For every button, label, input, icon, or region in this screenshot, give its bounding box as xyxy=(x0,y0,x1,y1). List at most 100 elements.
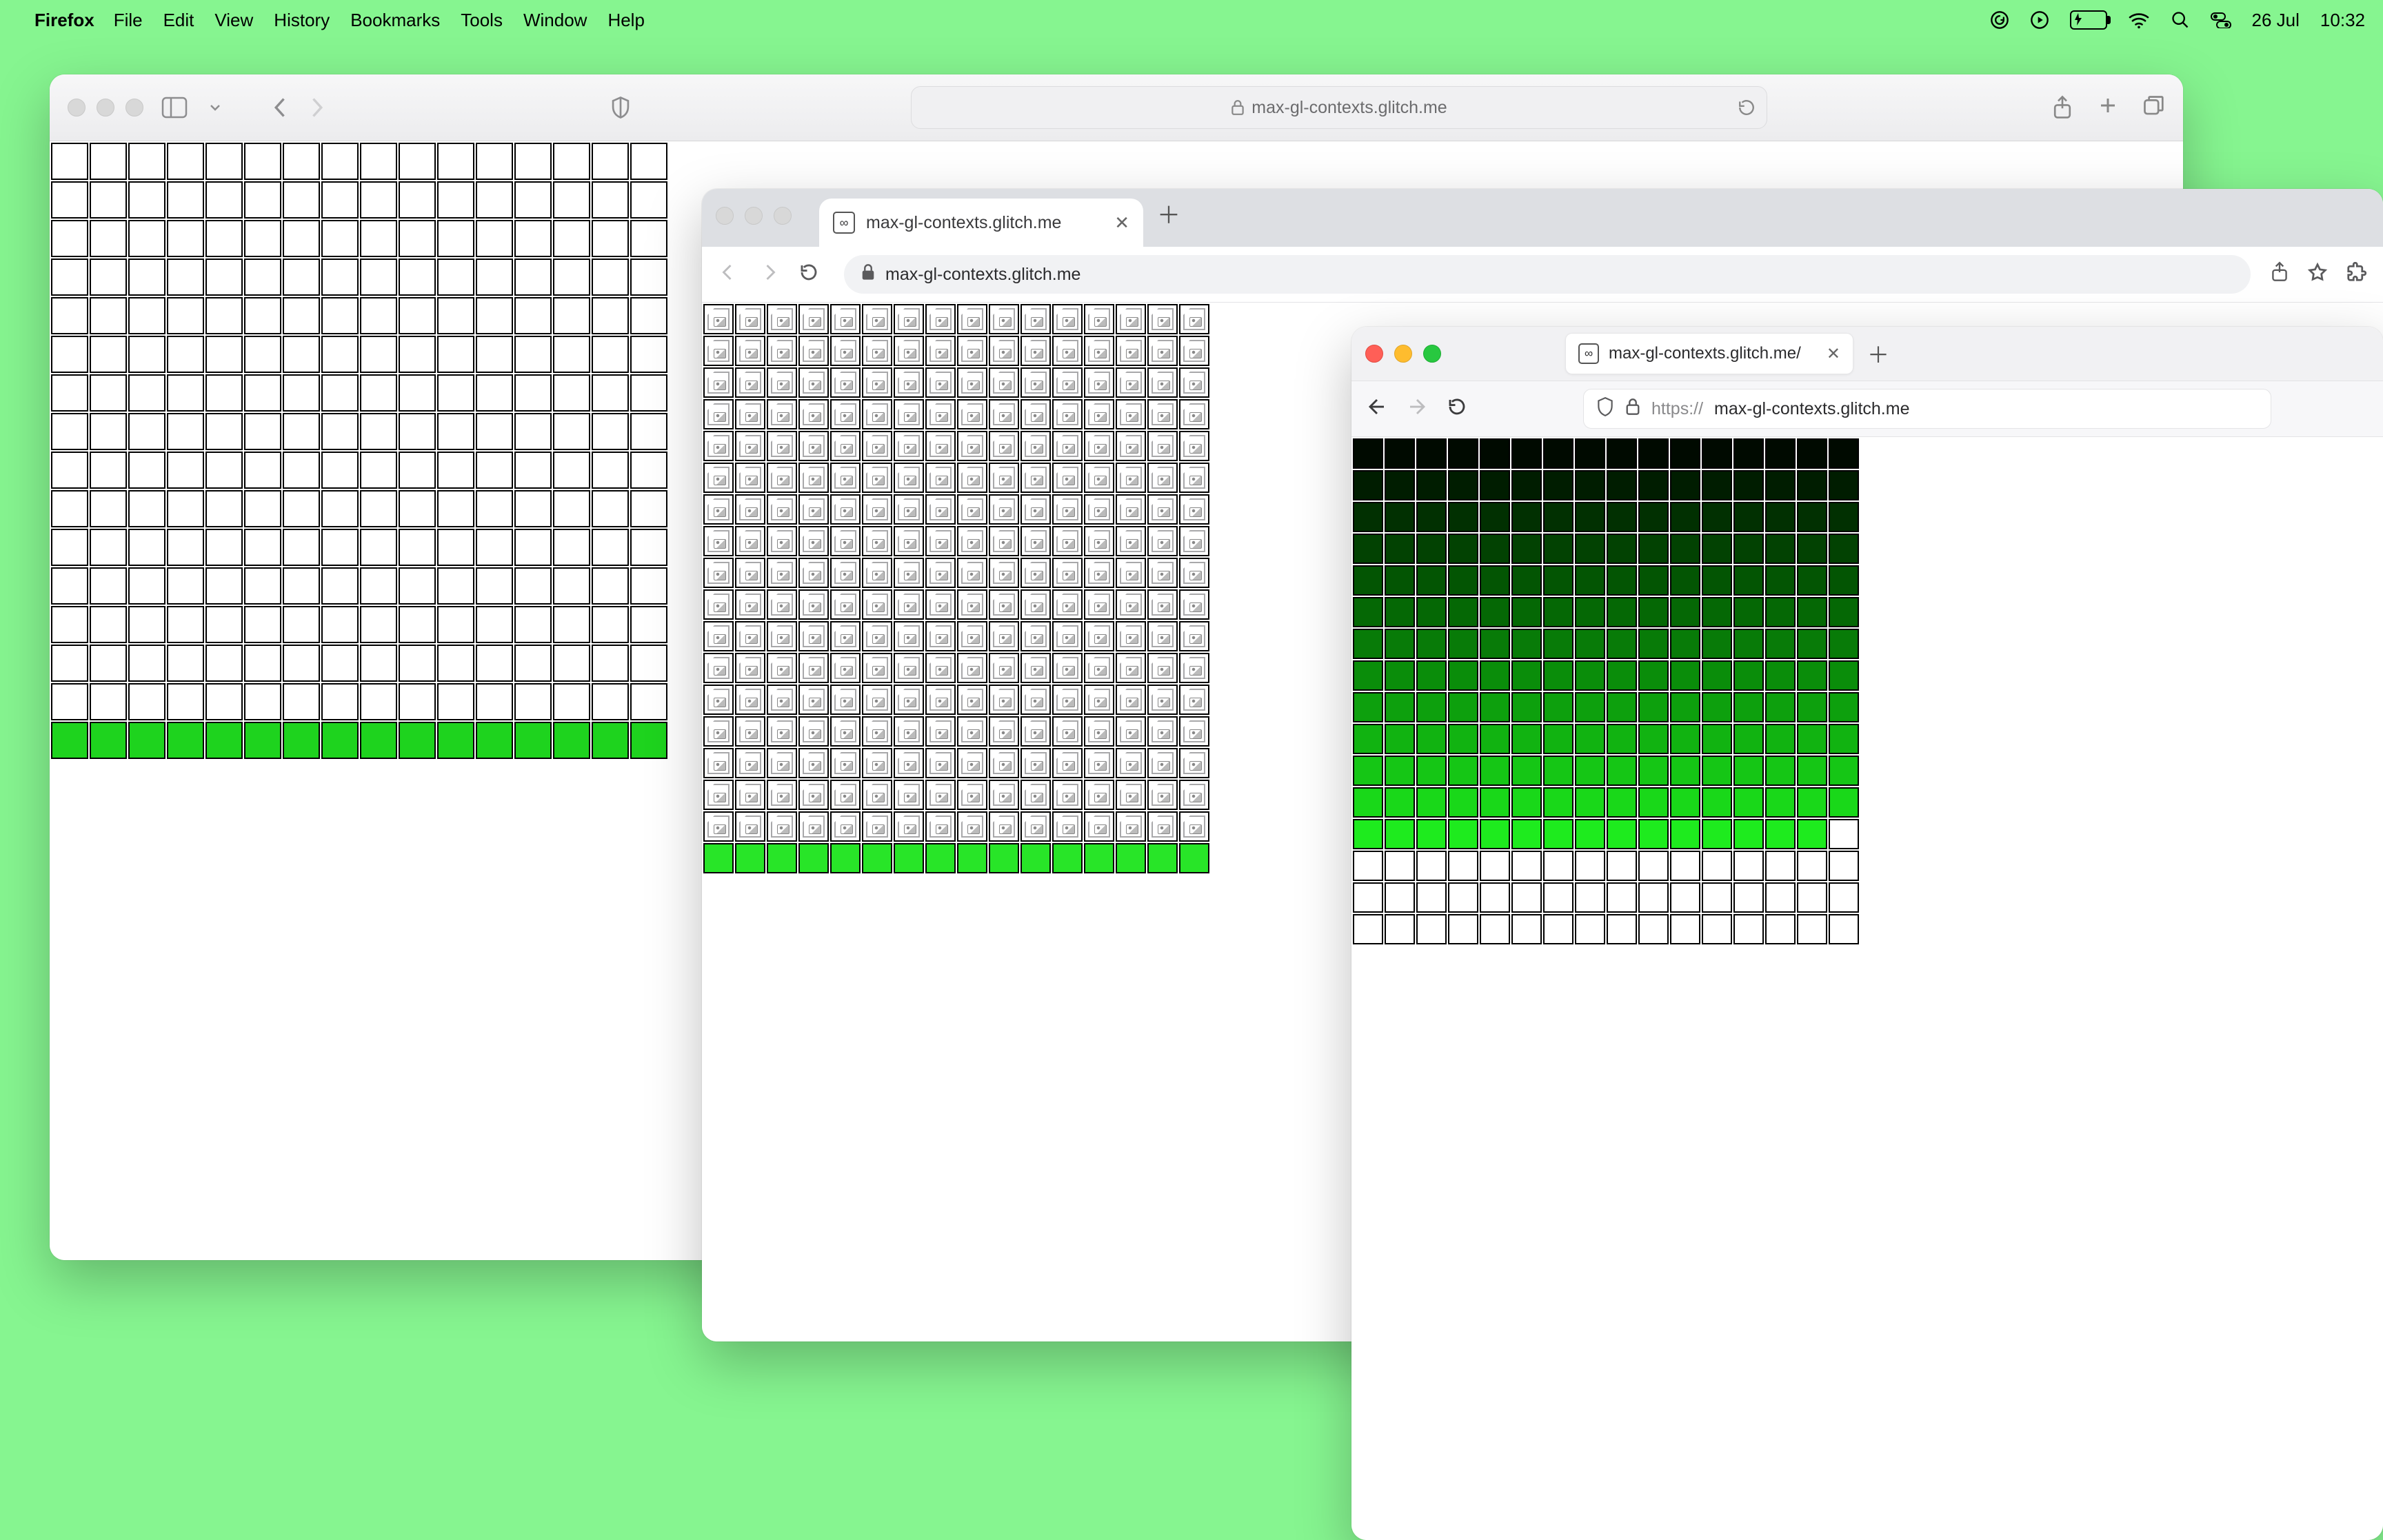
tracking-shield-icon[interactable] xyxy=(1596,396,1614,422)
share-icon[interactable] xyxy=(2052,95,2073,120)
traffic-lights[interactable] xyxy=(716,207,792,225)
grammarly-menu-icon[interactable] xyxy=(1969,10,2009,30)
webgl-cell xyxy=(894,367,924,398)
chrome-address-bar[interactable]: max-gl-contexts.glitch.me xyxy=(844,255,2251,294)
webgl-grid-safari xyxy=(50,141,669,760)
webgl-cell xyxy=(989,558,1019,588)
broken-image-icon xyxy=(771,530,793,552)
webgl-cell xyxy=(1052,494,1083,525)
webgl-cell xyxy=(1543,470,1573,500)
new-tab-button-icon[interactable]: ＋ xyxy=(1157,204,1180,227)
webgl-cell xyxy=(399,143,436,180)
menubar-item[interactable]: View xyxy=(214,10,274,31)
minimize-window-icon[interactable] xyxy=(745,207,763,225)
close-window-icon[interactable] xyxy=(1365,345,1383,363)
broken-image-icon xyxy=(803,752,825,774)
traffic-lights[interactable] xyxy=(1365,345,1441,363)
webgl-cell xyxy=(1116,748,1146,778)
zoom-window-icon[interactable] xyxy=(125,99,143,116)
webgl-cell xyxy=(1480,534,1510,564)
chrome-tab-title: max-gl-contexts.glitch.me xyxy=(866,213,1061,233)
webgl-cell xyxy=(703,589,734,620)
chrome-tab[interactable]: ∞ max-gl-contexts.glitch.me ✕ xyxy=(819,199,1143,247)
broken-image-icon xyxy=(803,308,825,330)
broken-image-icon xyxy=(803,467,825,489)
webgl-cell xyxy=(1116,621,1146,651)
forward-button-icon[interactable] xyxy=(1407,396,1427,422)
safari-address-bar[interactable]: max-gl-contexts.glitch.me xyxy=(911,86,1767,129)
minimize-window-icon[interactable] xyxy=(97,99,114,116)
spotlight-icon[interactable] xyxy=(2150,10,2190,30)
sidebar-toggle-icon[interactable] xyxy=(161,96,190,119)
webgl-cell xyxy=(51,143,88,180)
firefox-address-bar[interactable]: https://max-gl-contexts.glitch.me xyxy=(1583,389,2271,429)
webgl-cell xyxy=(1543,756,1573,786)
webgl-cell xyxy=(553,336,590,373)
broken-image-icon xyxy=(1088,625,1110,647)
privacy-shield-icon[interactable] xyxy=(610,96,631,119)
control-center-icon[interactable] xyxy=(2190,12,2231,28)
new-tab-button-icon[interactable]: ＋ xyxy=(1867,338,1889,369)
menubar-item[interactable]: Edit xyxy=(163,10,215,31)
broken-image-icon xyxy=(834,720,856,742)
webgl-cell xyxy=(1543,597,1573,627)
tab-overview-icon[interactable] xyxy=(2143,95,2165,120)
broken-image-icon xyxy=(1088,752,1110,774)
zoom-window-icon[interactable] xyxy=(774,207,792,225)
webgl-cell xyxy=(1353,787,1383,818)
webgl-cell xyxy=(553,259,590,296)
broken-image-icon xyxy=(898,498,920,520)
reload-icon[interactable] xyxy=(1738,99,1756,116)
webgl-cell xyxy=(1829,597,1859,627)
menubar-app-name[interactable]: Firefox xyxy=(34,10,114,31)
webgl-cell xyxy=(767,336,797,366)
menubar-item[interactable]: Tools xyxy=(461,10,523,31)
webgl-cell xyxy=(1543,692,1573,722)
broken-image-icon xyxy=(1088,530,1110,552)
traffic-lights[interactable] xyxy=(68,99,143,116)
back-button-icon[interactable] xyxy=(1367,396,1387,422)
webgl-cell xyxy=(553,529,590,566)
webgl-cell xyxy=(798,653,829,683)
webgl-cell xyxy=(957,780,987,810)
close-window-icon[interactable] xyxy=(68,99,86,116)
back-button-icon[interactable] xyxy=(272,96,290,119)
broken-image-icon xyxy=(1120,625,1142,647)
menubar-item[interactable]: Help xyxy=(607,10,665,31)
webgl-cell xyxy=(1020,843,1051,873)
reload-icon[interactable] xyxy=(1447,396,1467,422)
webgl-cell xyxy=(553,683,590,720)
close-tab-icon[interactable]: ✕ xyxy=(1114,212,1129,234)
menubar-time[interactable]: 10:32 xyxy=(2300,10,2365,31)
forward-button-icon[interactable] xyxy=(308,96,325,119)
minimize-window-icon[interactable] xyxy=(1394,345,1412,363)
menubar-item[interactable]: File xyxy=(114,10,163,31)
menubar-date[interactable]: 26 Jul xyxy=(2231,10,2300,31)
broken-image-icon xyxy=(1056,308,1078,330)
zoom-window-icon[interactable] xyxy=(1423,345,1441,363)
chevron-down-icon[interactable] xyxy=(208,101,222,114)
webgl-cell xyxy=(1448,629,1478,659)
menubar-item[interactable]: Bookmarks xyxy=(350,10,461,31)
share-icon[interactable] xyxy=(2270,261,2289,288)
webgl-cell xyxy=(476,374,513,412)
webgl-cell xyxy=(703,653,734,683)
menubar-item[interactable]: Window xyxy=(523,10,607,31)
forward-button-icon[interactable] xyxy=(758,262,779,287)
menubar-item[interactable]: History xyxy=(274,10,350,31)
back-button-icon[interactable] xyxy=(718,262,739,287)
broken-image-icon xyxy=(803,435,825,457)
reload-icon[interactable] xyxy=(798,262,819,287)
battery-status-icon[interactable] xyxy=(2049,10,2107,30)
close-window-icon[interactable] xyxy=(716,207,734,225)
wifi-icon[interactable] xyxy=(2107,11,2150,29)
webgl-cell xyxy=(1702,851,1732,881)
webgl-cell xyxy=(1116,811,1146,842)
close-tab-icon[interactable]: ✕ xyxy=(1827,344,1840,364)
webgl-cell xyxy=(630,490,667,527)
firefox-tab[interactable]: ∞ max-gl-contexts.glitch.me/ ✕ xyxy=(1565,333,1853,374)
now-playing-icon[interactable] xyxy=(2009,10,2049,30)
extensions-puzzle-icon[interactable] xyxy=(2346,262,2366,287)
new-tab-icon[interactable] xyxy=(2098,95,2118,120)
bookmark-star-icon[interactable] xyxy=(2307,262,2328,287)
